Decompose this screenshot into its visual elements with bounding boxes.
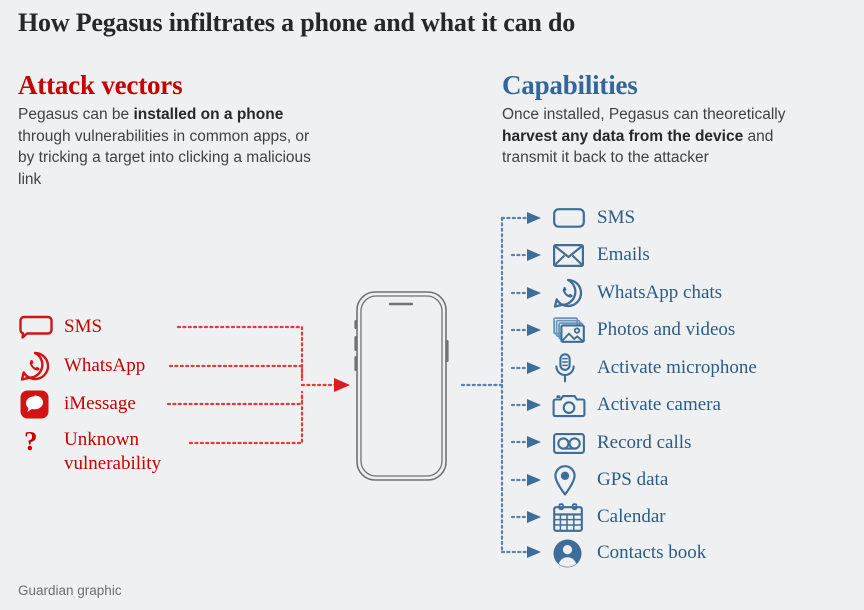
- attack-arrowhead: [334, 378, 350, 392]
- capability-item-emails[interactable]: Emails: [553, 240, 650, 270]
- attack-item-sms[interactable]: SMS: [19, 312, 103, 342]
- attack-desc-part1: Pegasus can be: [18, 106, 134, 123]
- capability-item-label: SMS: [597, 207, 636, 228]
- capabilities-description: Once installed, Pegasus can theoreticall…: [502, 104, 802, 169]
- capability-item-sms[interactable]: SMS: [553, 203, 635, 233]
- capabilities-desc-bold1: harvest any data from the device: [502, 127, 744, 145]
- capability-item-label: Emails: [597, 244, 650, 265]
- attack-desc-bold1: installed on a phone: [133, 106, 284, 123]
- attack-item-unknown-vulnerability[interactable]: ? Unknown vulnerability: [20, 425, 204, 476]
- attack-item-whatsapp[interactable]: WhatsApp: [20, 351, 145, 381]
- map-pin-icon: [553, 464, 587, 495]
- capability-item-label: Contacts book: [597, 542, 707, 563]
- capability-item-photos-and-videos[interactable]: Photos and videos: [553, 315, 735, 345]
- attack-item-label: SMS: [64, 316, 103, 337]
- graphic-credit: Guardian graphic: [18, 583, 122, 598]
- capability-item-label: Calendar: [597, 506, 666, 527]
- attack-item-label: iMessage: [64, 393, 136, 414]
- capability-item-label: Activate camera: [597, 394, 721, 415]
- capability-item-label: GPS data: [597, 469, 669, 490]
- capability-item-calendar[interactable]: Calendar: [553, 502, 666, 532]
- microphone-icon: [553, 353, 587, 383]
- phone-outer-shell: [356, 291, 447, 481]
- envelope-icon: [553, 240, 587, 270]
- attack-desc-part2: through vulnerabilities in common apps, …: [18, 127, 311, 188]
- attack-vectors-description: Pegasus can be installed on a phone thro…: [18, 104, 328, 190]
- page-title: How Pegasus infiltrates a phone and what…: [18, 8, 575, 37]
- capabilities-heading: Capabilities: [502, 70, 638, 100]
- calendar-icon: [553, 502, 587, 532]
- tape-recorder-icon: [553, 428, 587, 458]
- capability-item-activate-camera[interactable]: Activate camera: [552, 390, 721, 420]
- capability-item-label: Activate microphone: [597, 357, 757, 378]
- capability-item-contacts-book[interactable]: Contacts book: [553, 538, 706, 568]
- camera-icon: [552, 390, 587, 420]
- connector-unknown: [188, 392, 304, 445]
- capability-arrowheads: [527, 212, 541, 558]
- capability-item-record-calls[interactable]: Record calls: [553, 428, 691, 458]
- capability-item-label: WhatsApp chats: [597, 282, 723, 303]
- connector-whatsapp: [168, 364, 304, 382]
- attack-vectors-heading: Attack vectors: [18, 70, 183, 100]
- connector-imessage: [166, 390, 304, 406]
- sms-bubble-icon: [19, 312, 54, 342]
- whatsapp-icon: [20, 351, 54, 381]
- capability-item-label: Photos and videos: [597, 319, 736, 340]
- question-mark-icon: ?: [24, 425, 38, 456]
- infographic-root: How Pegasus infiltrates a phone and what…: [0, 0, 864, 610]
- phone-side-buttons: [354, 320, 449, 371]
- sms-bubble-icon: [553, 203, 587, 233]
- photos-stack-icon: [553, 315, 587, 345]
- capability-item-activate-microphone[interactable]: Activate microphone: [553, 353, 757, 383]
- capability-item-label: Record calls: [597, 432, 692, 453]
- contact-person-icon: [553, 538, 587, 568]
- imessage-icon: [20, 389, 54, 419]
- attack-item-label: Unknown vulnerability: [64, 429, 162, 474]
- connector-sms: [176, 325, 304, 380]
- phone-inner-bezel: [360, 295, 443, 477]
- attack-item-imessage[interactable]: iMessage: [20, 389, 136, 419]
- capability-item-gps-data[interactable]: GPS data: [553, 464, 669, 495]
- capabilities-desc-part1: Once installed, Pegasus can theoreticall…: [502, 106, 786, 123]
- whatsapp-icon: [553, 278, 587, 308]
- capability-item-whatsapp-chats[interactable]: WhatsApp chats: [553, 278, 722, 308]
- attack-item-label: WhatsApp: [64, 355, 146, 376]
